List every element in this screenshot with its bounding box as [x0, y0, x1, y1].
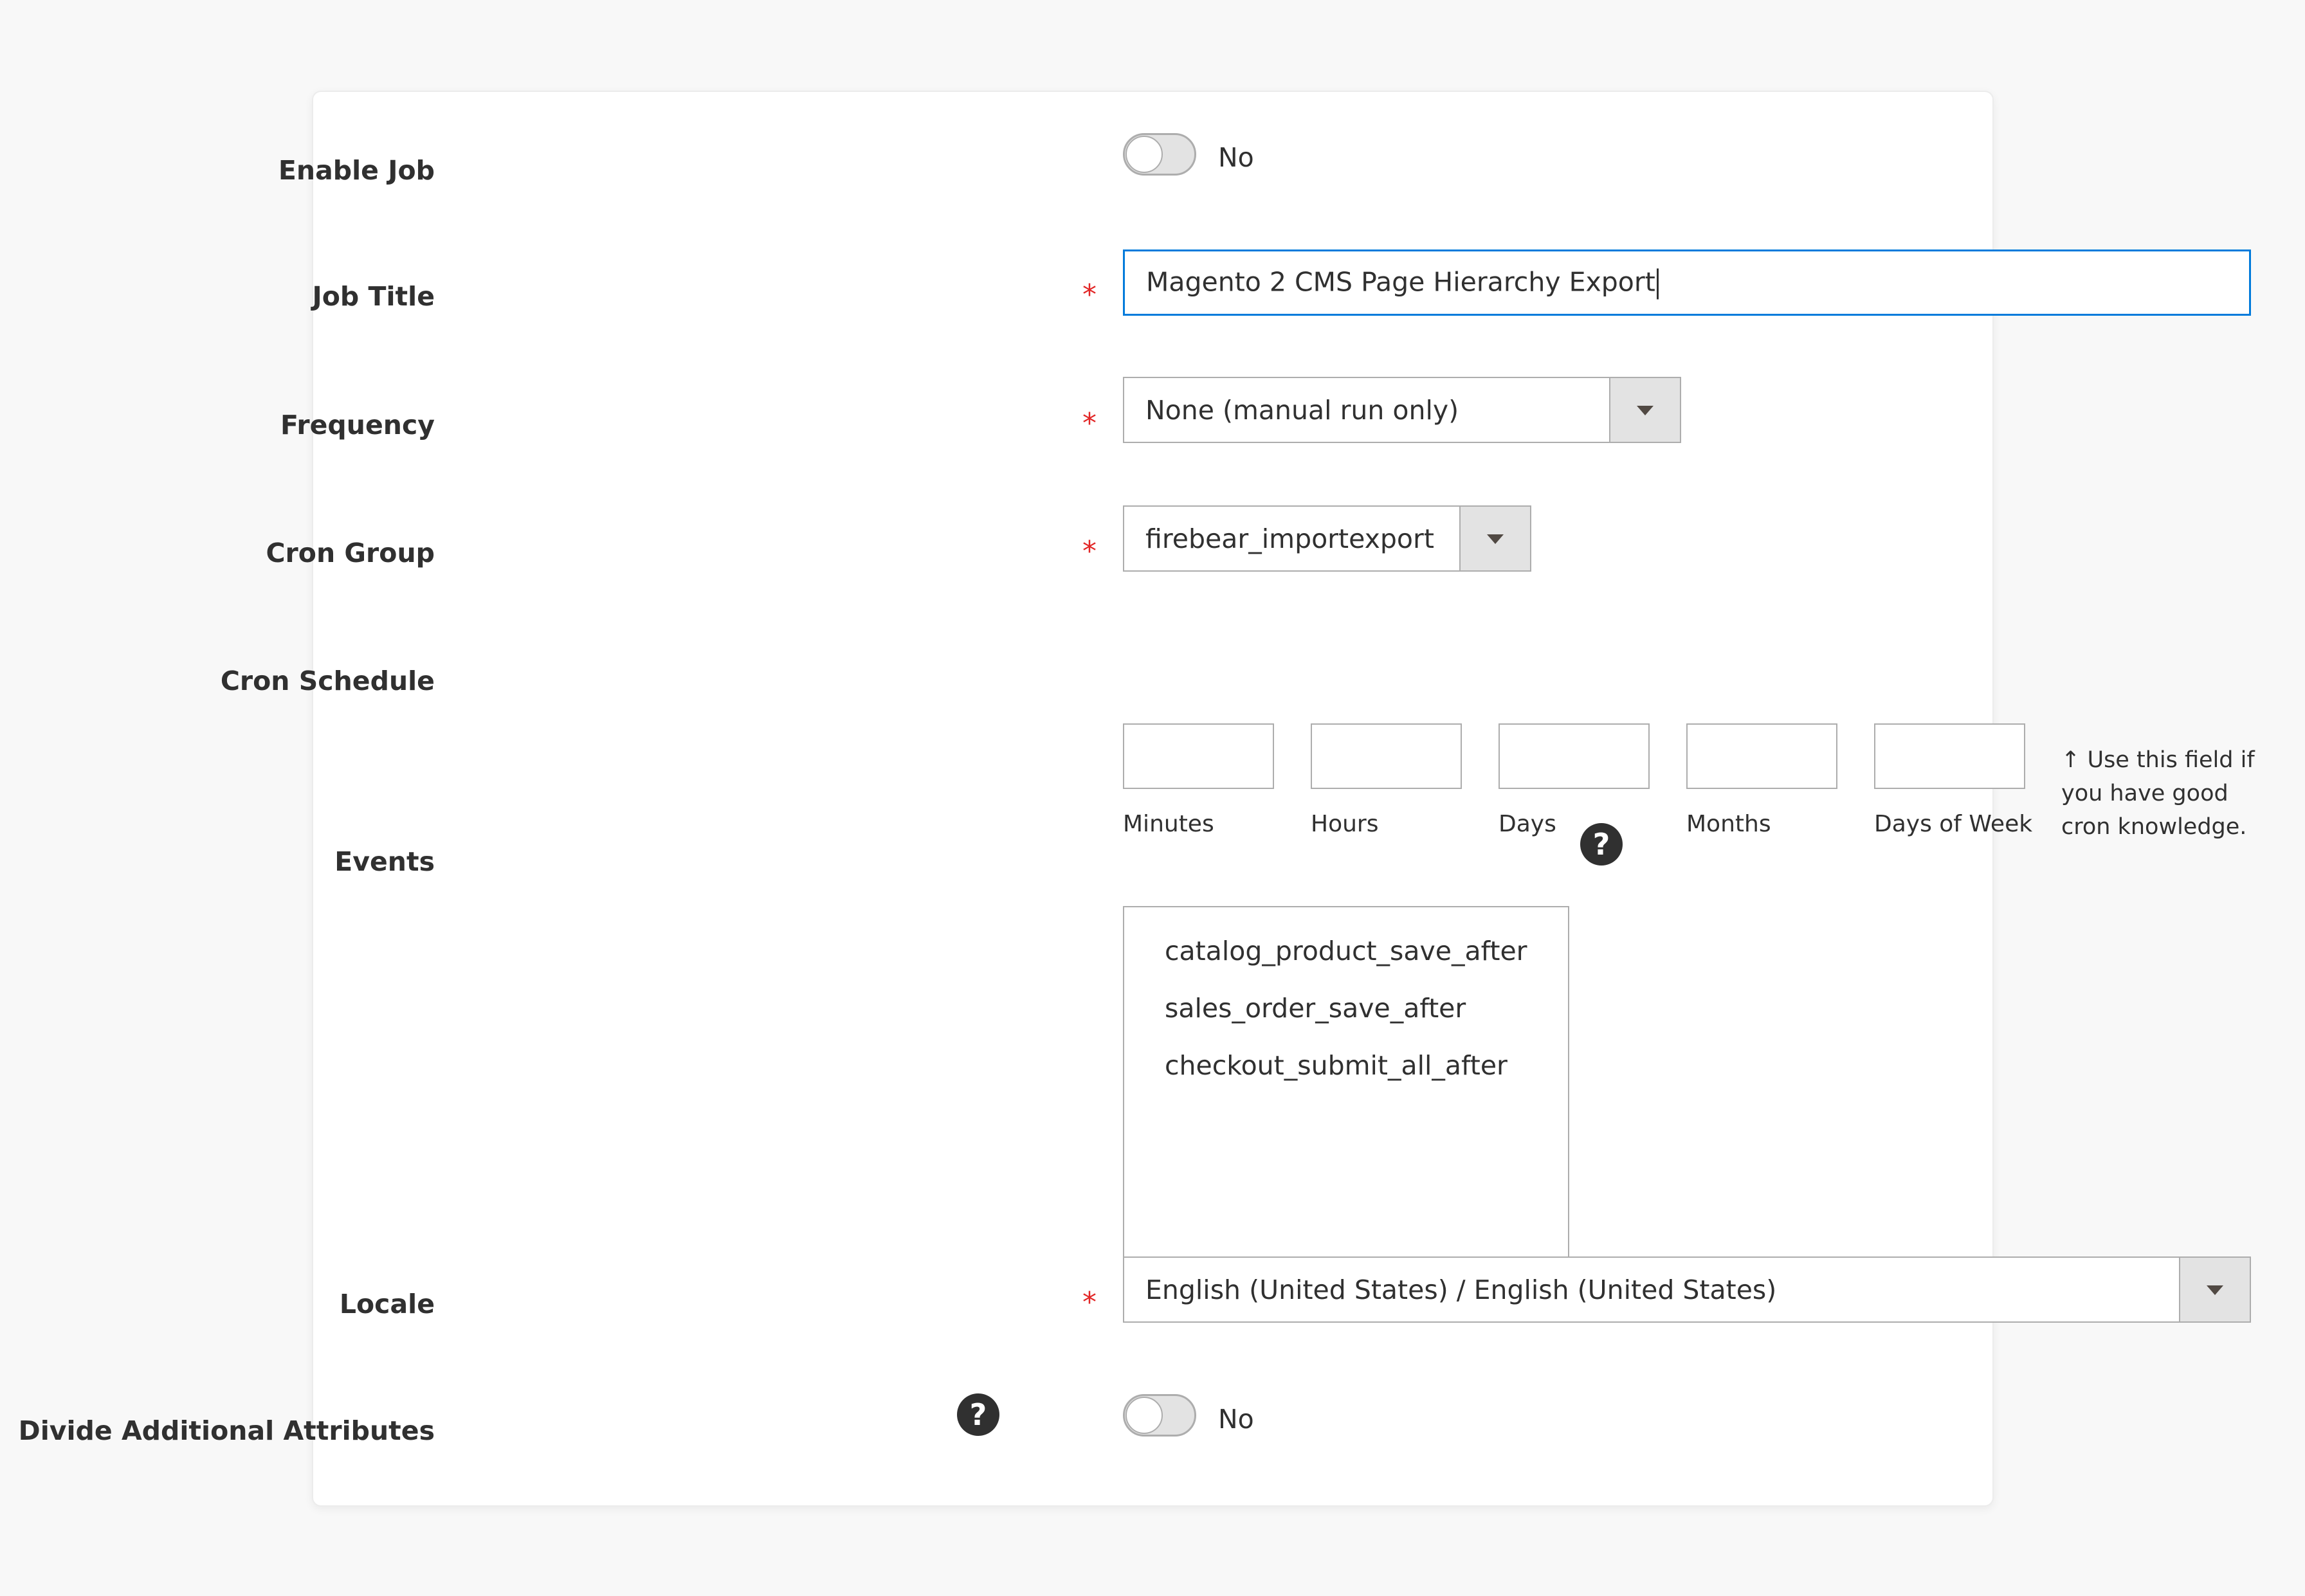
- cron-hours-caption: Hours: [1311, 811, 1379, 837]
- enable-job-label: Enable Job: [278, 155, 435, 186]
- divide-attributes-label: Divide Additional Attributes: [18, 1415, 435, 1446]
- cron-group-dropdown-button[interactable]: [1459, 507, 1530, 570]
- toggle-knob: [1125, 1397, 1163, 1434]
- locale-selected: English (United States) / English (Unite…: [1145, 1274, 1777, 1305]
- divide-attributes-toggle[interactable]: [1123, 1394, 1196, 1437]
- cron-group-select[interactable]: firebear_importexport: [1123, 505, 1531, 572]
- cron-days-of-week-input[interactable]: [1874, 723, 2025, 789]
- cron-minutes-input[interactable]: [1123, 723, 1274, 789]
- required-mark: *: [1082, 535, 1097, 568]
- chevron-down-icon: [2207, 1285, 2223, 1295]
- chevron-down-icon: [1637, 405, 1654, 415]
- cron-group-selected: firebear_importexport: [1145, 523, 1434, 554]
- enable-job-toggle[interactable]: [1123, 133, 1196, 176]
- job-title-input[interactable]: Magento 2 CMS Page Hierarchy Export: [1123, 249, 2251, 316]
- help-icon[interactable]: ?: [1580, 823, 1623, 866]
- enable-job-state: No: [1218, 142, 1254, 173]
- cron-months-caption: Months: [1686, 811, 1771, 837]
- event-option[interactable]: catalog_product_save_after: [1165, 936, 1527, 966]
- event-option[interactable]: sales_order_save_after: [1165, 993, 1466, 1024]
- job-title-text: Magento 2 CMS Page Hierarchy Export: [1146, 266, 1655, 297]
- required-mark: *: [1082, 1286, 1097, 1319]
- chevron-down-icon: [1487, 534, 1504, 544]
- help-icon[interactable]: ?: [957, 1393, 999, 1436]
- text-caret: [1656, 268, 1659, 299]
- frequency-label: Frequency: [280, 410, 435, 440]
- events-label: Events: [334, 846, 435, 877]
- toggle-knob: [1125, 136, 1163, 173]
- cron-days-input[interactable]: [1499, 723, 1650, 789]
- required-mark: *: [1082, 407, 1097, 440]
- export-job-form: Enable Job No Job Title * Magento 2 CMS …: [19, 91, 2255, 1507]
- divide-attributes-state: No: [1218, 1404, 1254, 1435]
- frequency-dropdown-button[interactable]: [1609, 378, 1680, 442]
- frequency-select[interactable]: None (manual run only): [1123, 377, 1681, 443]
- cron-months-input[interactable]: [1686, 723, 1837, 789]
- cron-schedule-note: ↑ Use this field if you have good cron k…: [2061, 747, 2255, 840]
- cron-schedule-label: Cron Schedule: [220, 666, 435, 696]
- cron-hours-input[interactable]: [1311, 723, 1462, 789]
- cron-minutes-caption: Minutes: [1123, 811, 1214, 837]
- event-option[interactable]: checkout_submit_all_after: [1165, 1050, 1508, 1081]
- job-title-label: Job Title: [312, 281, 435, 312]
- locale-select[interactable]: English (United States) / English (Unite…: [1123, 1256, 2251, 1323]
- locale-label: Locale: [339, 1289, 435, 1319]
- locale-dropdown-button[interactable]: [2179, 1258, 2250, 1321]
- cron-days-of-week-caption: Days of Week: [1874, 811, 2033, 837]
- cron-days-caption: Days: [1499, 811, 1556, 837]
- frequency-selected: None (manual run only): [1145, 394, 1459, 426]
- events-multiselect[interactable]: catalog_product_save_after sales_order_s…: [1123, 906, 1569, 1276]
- job-title-value: Magento 2 CMS Page Hierarchy Export: [1146, 266, 1659, 299]
- required-mark: *: [1082, 278, 1097, 311]
- cron-group-label: Cron Group: [266, 538, 435, 568]
